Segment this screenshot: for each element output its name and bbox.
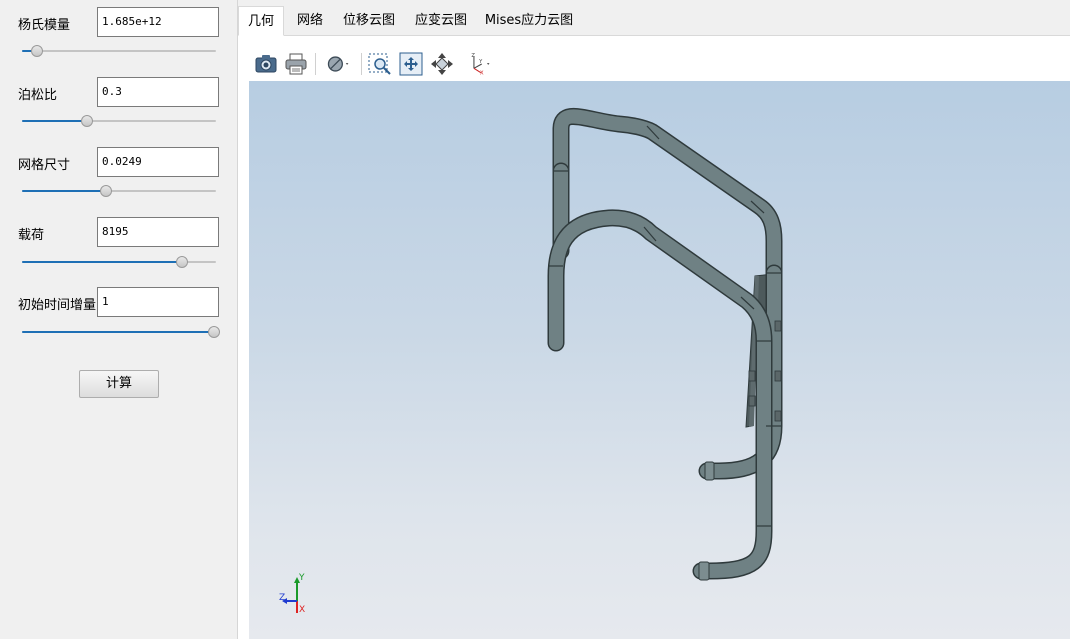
load-slider[interactable] xyxy=(22,255,216,269)
slider-track xyxy=(22,50,216,52)
tab-label: 网络 xyxy=(296,13,323,28)
bike-rack-model xyxy=(282,107,783,613)
slider-handle[interactable] xyxy=(80,115,93,127)
svg-text:Y: Y xyxy=(478,59,483,65)
poisson-ratio-label: 泊松比 xyxy=(18,88,58,103)
tab-displacement-contour[interactable]: 位移云图 xyxy=(338,6,400,36)
tab-strain-contour[interactable]: 应变云图 xyxy=(410,6,472,36)
tab-mises-stress-contour[interactable]: Mises应力云图 xyxy=(484,6,574,36)
poisson-ratio-slider[interactable] xyxy=(22,114,216,128)
parameter-panel: 杨氏模量 1.685e+12 泊松比 0.3 网格尺寸 0.0249 载荷 81… xyxy=(0,0,237,639)
toolbar-separator xyxy=(315,53,316,75)
svg-text:Z: Z xyxy=(471,53,475,59)
calculate-button[interactable]: 计算 xyxy=(79,370,159,398)
tab-label: 应变云图 xyxy=(414,13,467,28)
youngs-modulus-label: 杨氏模量 xyxy=(18,18,71,33)
toolbar-separator xyxy=(361,53,362,75)
axis-z-label: Z xyxy=(279,593,286,603)
fit-all-icon[interactable] xyxy=(398,51,424,77)
tab-label: 位移云图 xyxy=(342,13,395,28)
camera-icon[interactable] xyxy=(253,51,279,77)
axes-view-icon[interactable]: ZYX xyxy=(467,51,497,77)
tab-geometry[interactable]: 几何 xyxy=(238,6,284,36)
initial-time-increment-label: 初始时间增量 xyxy=(18,298,97,313)
slider-handle[interactable] xyxy=(31,45,44,57)
initial-time-increment-slider[interactable] xyxy=(22,325,220,339)
view-orientation-icon[interactable] xyxy=(429,51,455,77)
initial-time-increment-input[interactable]: 1 xyxy=(97,287,219,317)
axis-y-label: Y xyxy=(299,573,305,583)
tab-label: 几何 xyxy=(247,14,274,29)
youngs-modulus-input[interactable]: 1.685e+12 xyxy=(97,7,219,37)
slider-handle[interactable] xyxy=(175,256,188,268)
mesh-size-slider[interactable] xyxy=(22,184,216,198)
poisson-ratio-input[interactable]: 0.3 xyxy=(97,77,219,107)
mesh-size-input[interactable]: 0.0249 xyxy=(97,147,219,177)
display-mode-icon[interactable] xyxy=(325,51,355,77)
view-tabbar: 几何 网络 位移云图 应变云图 Mises应力云图 xyxy=(238,6,1070,36)
3d-viewport[interactable]: Y Z X xyxy=(249,81,1070,639)
load-label: 载荷 xyxy=(18,228,45,243)
tab-mesh[interactable]: 网络 xyxy=(288,6,332,36)
printer-icon[interactable] xyxy=(283,51,309,77)
slider-fill xyxy=(22,120,87,122)
viewer-toolbar: ZYX xyxy=(249,47,1070,81)
axis-x-label: X xyxy=(299,605,306,615)
mesh-size-label: 网格尺寸 xyxy=(18,158,71,173)
slider-handle[interactable] xyxy=(99,185,112,197)
load-input[interactable]: 8195 xyxy=(97,217,219,247)
slider-handle[interactable] xyxy=(208,326,220,338)
tab-label: Mises应力云图 xyxy=(484,13,574,28)
svg-text:X: X xyxy=(480,70,484,76)
slider-fill xyxy=(22,331,214,333)
slider-fill xyxy=(22,190,106,192)
youngs-modulus-slider[interactable] xyxy=(22,44,216,58)
zoom-box-icon[interactable] xyxy=(367,51,393,77)
slider-fill xyxy=(22,261,182,263)
